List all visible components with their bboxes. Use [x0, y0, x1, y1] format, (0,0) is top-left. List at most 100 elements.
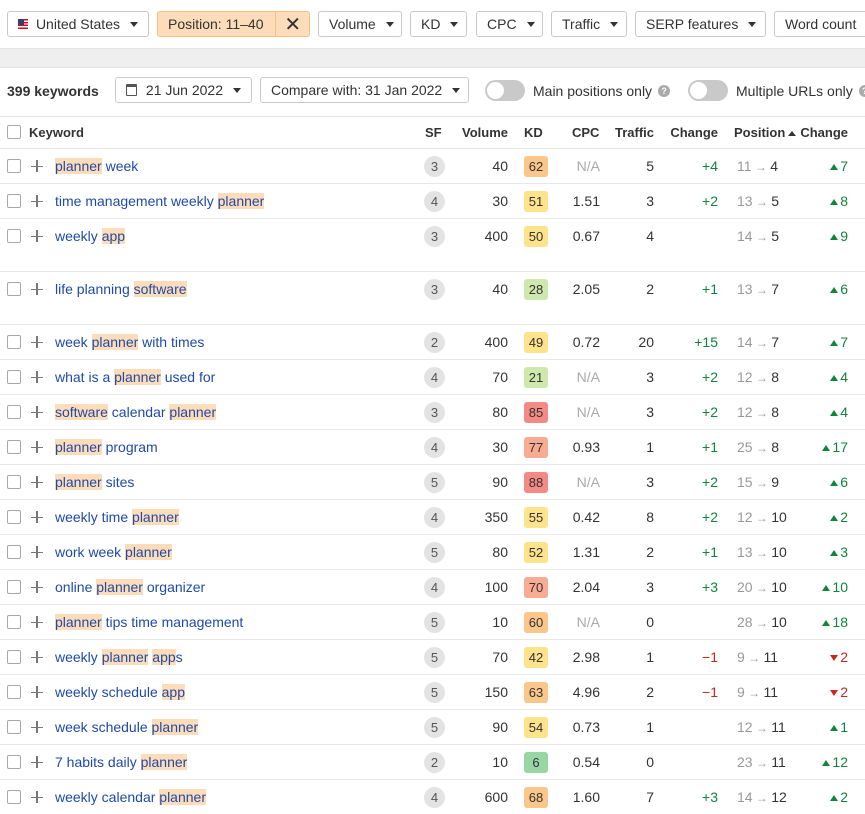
col-cpc[interactable]: CPC [572, 125, 599, 140]
keyword-link[interactable]: weekly time planner [55, 509, 179, 525]
serp-features-badge[interactable]: 4 [424, 576, 445, 598]
keyword-link[interactable]: software calendar planner [55, 404, 217, 420]
cpc-filter[interactable]: CPC [476, 11, 543, 37]
keyword-link[interactable]: work week planner [55, 544, 172, 560]
col-traffic[interactable]: Traffic [615, 125, 654, 140]
main-positions-toggle[interactable] [485, 80, 525, 101]
add-icon[interactable] [31, 686, 43, 698]
row-checkbox[interactable] [7, 194, 21, 208]
row-checkbox[interactable] [7, 650, 21, 664]
add-icon[interactable] [31, 581, 43, 593]
col-kd[interactable]: KD [524, 125, 543, 140]
add-icon[interactable] [31, 230, 43, 242]
row-checkbox[interactable] [7, 685, 21, 699]
keyword-text: sites [101, 474, 135, 490]
keyword-link[interactable]: weekly app [55, 228, 126, 244]
keyword-link[interactable]: planner week [55, 158, 138, 174]
add-icon[interactable] [31, 756, 43, 768]
serp-features-badge[interactable]: 4 [424, 786, 445, 808]
serp-features-badge[interactable]: 4 [424, 436, 445, 458]
add-icon[interactable] [31, 651, 43, 663]
row-checkbox[interactable] [7, 615, 21, 629]
row-checkbox[interactable] [7, 440, 21, 454]
word-count-filter[interactable]: Word count [774, 11, 865, 37]
col-keyword[interactable]: Keyword [29, 125, 84, 140]
add-icon[interactable] [31, 371, 43, 383]
add-icon[interactable] [31, 721, 43, 733]
row-checkbox[interactable] [7, 475, 21, 489]
col-change[interactable]: Change [670, 125, 718, 140]
position-filter[interactable]: Position: 11–40 ✕ [157, 11, 310, 37]
row-checkbox[interactable] [7, 755, 21, 769]
serp-features-badge[interactable]: 3 [424, 401, 445, 423]
keyword-link[interactable]: life planning software [55, 281, 187, 297]
row-checkbox[interactable] [7, 335, 21, 349]
add-icon[interactable] [31, 441, 43, 453]
row-checkbox[interactable] [7, 229, 21, 243]
row-checkbox[interactable] [7, 545, 21, 559]
compare-date-picker[interactable]: Compare with: 31 Jan 2022 [260, 77, 469, 103]
keyword-link[interactable]: online planner organizer [55, 579, 205, 595]
serp-features-badge[interactable]: 4 [424, 366, 445, 388]
traffic-filter[interactable]: Traffic [551, 11, 627, 37]
serp-features-badge[interactable]: 2 [424, 331, 445, 353]
country-filter[interactable]: United States [7, 11, 149, 37]
row-checkbox[interactable] [7, 580, 21, 594]
row-checkbox[interactable] [7, 405, 21, 419]
keyword-link[interactable]: weekly calendar planner [55, 789, 206, 805]
col-volume[interactable]: Volume [462, 125, 508, 140]
keyword-link[interactable]: week schedule planner [55, 719, 199, 735]
serp-features-badge[interactable]: 5 [424, 541, 445, 563]
close-icon[interactable]: ✕ [275, 12, 309, 36]
keyword-link[interactable]: planner program [55, 439, 158, 455]
col-sf[interactable]: SF [425, 125, 442, 140]
add-icon[interactable] [31, 476, 43, 488]
row-checkbox[interactable] [7, 790, 21, 804]
serp-features-badge[interactable]: 5 [424, 471, 445, 493]
serp-features-badge[interactable]: 5 [424, 611, 445, 633]
add-icon[interactable] [31, 616, 43, 628]
add-icon[interactable] [31, 546, 43, 558]
keyword-link[interactable]: weekly planner apps [55, 649, 183, 665]
help-icon[interactable]: ? [658, 85, 671, 97]
row-checkbox[interactable] [7, 370, 21, 384]
add-icon[interactable] [31, 283, 43, 295]
col-position[interactable]: Position [734, 125, 797, 140]
add-icon[interactable] [31, 406, 43, 418]
position-from: 13 [737, 281, 753, 297]
triangle-up-icon [822, 620, 831, 626]
add-icon[interactable] [31, 195, 43, 207]
serp-features-badge[interactable]: 2 [424, 751, 445, 773]
keyword-link[interactable]: week planner with times [55, 334, 204, 350]
serp-features-badge[interactable]: 5 [424, 646, 445, 668]
keyword-link[interactable]: 7 habits daily planner [55, 754, 188, 770]
row-checkbox[interactable] [7, 720, 21, 734]
serp-features-filter[interactable]: SERP features [635, 11, 766, 37]
row-checkbox[interactable] [7, 159, 21, 173]
volume-filter[interactable]: Volume [318, 11, 402, 37]
select-all-checkbox[interactable] [7, 125, 21, 139]
serp-features-badge[interactable]: 5 [424, 716, 445, 738]
row-checkbox[interactable] [7, 510, 21, 524]
serp-features-badge[interactable]: 4 [424, 190, 445, 212]
keyword-link[interactable]: time management weekly planner [55, 193, 265, 209]
add-icon[interactable] [31, 336, 43, 348]
serp-features-badge[interactable]: 3 [424, 278, 445, 300]
date-picker[interactable]: 21 Jun 2022 [115, 77, 252, 103]
help-icon[interactable]: ? [858, 85, 865, 97]
add-icon[interactable] [31, 511, 43, 523]
keyword-link[interactable]: what is a planner used for [55, 369, 215, 385]
serp-features-badge[interactable]: 3 [424, 225, 445, 247]
keyword-link[interactable]: weekly schedule app [55, 684, 185, 700]
col-position-change[interactable]: Change [800, 125, 848, 140]
serp-features-badge[interactable]: 4 [424, 506, 445, 528]
keyword-link[interactable]: planner sites [55, 474, 134, 490]
kd-filter[interactable]: KD [410, 11, 467, 37]
multiple-urls-toggle[interactable] [688, 80, 728, 101]
serp-features-badge[interactable]: 3 [424, 155, 445, 177]
serp-features-badge[interactable]: 5 [424, 681, 445, 703]
add-icon[interactable] [31, 160, 43, 172]
add-icon[interactable] [31, 791, 43, 803]
keyword-link[interactable]: planner tips time management [55, 614, 243, 630]
row-checkbox[interactable] [7, 282, 21, 296]
